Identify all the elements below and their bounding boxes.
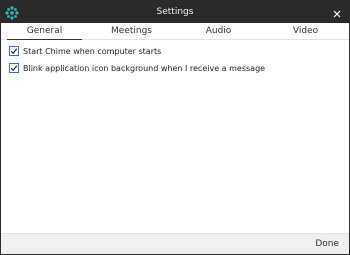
done-button[interactable]: Done (315, 234, 339, 254)
tab-audio[interactable]: Audio (175, 23, 262, 39)
window-title: Settings (156, 7, 194, 17)
checkmark-icon (10, 48, 18, 55)
start-on-boot-label: Start Chime when computer starts (23, 46, 162, 56)
blink-icon-option[interactable]: Blink application icon background when I… (9, 62, 265, 74)
tab-general[interactable]: General (1, 23, 88, 40)
blink-icon-label: Blink application icon background when I… (23, 63, 266, 73)
tab-meetings[interactable]: Meetings (88, 23, 175, 39)
title-bar: Settings (1, 1, 349, 23)
checkmark-icon (10, 65, 18, 72)
general-panel: Start Chime when computer starts Blink a… (1, 40, 349, 234)
tab-video[interactable]: Video (262, 23, 349, 39)
start-on-boot-option[interactable]: Start Chime when computer starts (9, 45, 161, 57)
close-button[interactable] (325, 1, 349, 23)
settings-tabs: General Meetings Audio Video (1, 23, 349, 40)
dialog-footer: Done (1, 233, 349, 254)
blink-icon-checkbox[interactable] (9, 63, 19, 73)
settings-window: Settings General Meetings Audio Video St… (0, 0, 350, 255)
close-icon (333, 3, 341, 22)
start-on-boot-checkbox[interactable] (9, 46, 19, 56)
